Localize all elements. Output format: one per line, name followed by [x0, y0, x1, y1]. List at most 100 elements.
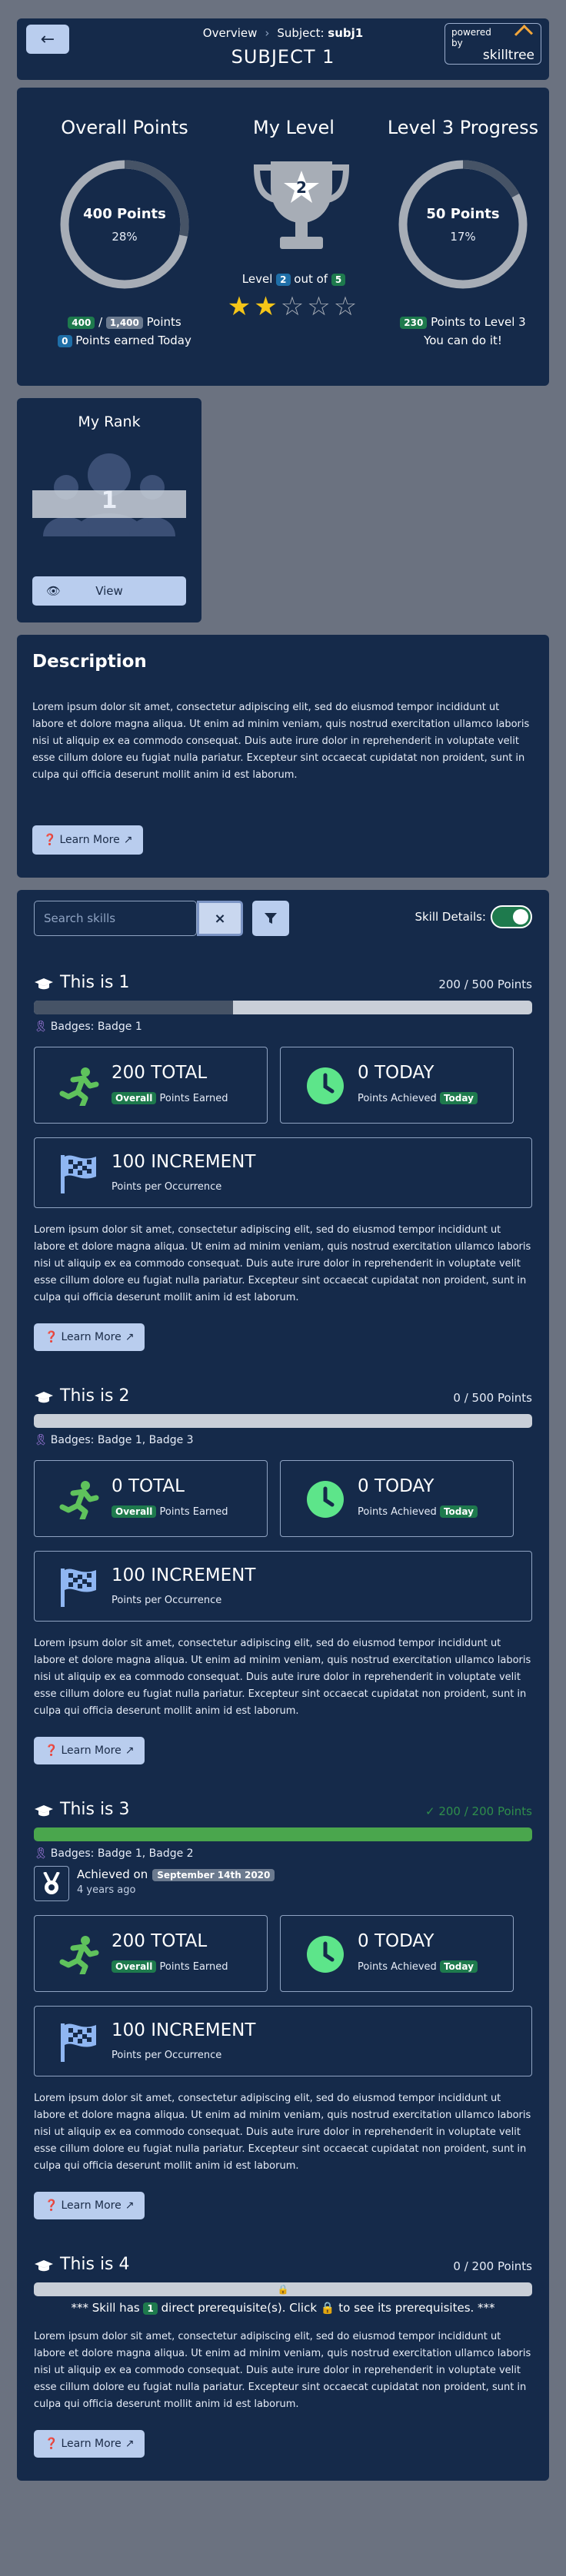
ribbon-icon: 🎗 — [34, 1434, 48, 1446]
skill-card: This is 3 ✓ 200 / 200 Points 🎗 Badges: Badg… — [34, 1800, 532, 2219]
skill-card: This is 40 / 200 Points 🔒 *** Skill has 1 … — [34, 2255, 532, 2458]
achieved-label: Achieved on — [77, 1867, 148, 1881]
skill-stats: 200 TOTAL Overall Points Earned 0 TODAY Poi… — [34, 1915, 532, 2076]
increment-value: 100 INCREMENT — [112, 2020, 256, 2040]
star-filled-icon: ★ — [254, 291, 281, 322]
today-points-sub: Points Achieved — [358, 1093, 437, 1104]
skill-learn-more-button[interactable]: ❓ Learn More ↗ — [34, 1737, 145, 1764]
breadcrumb-overview[interactable]: Overview — [203, 26, 258, 40]
checkered-flag-icon — [58, 1567, 101, 1607]
close-icon: × — [214, 910, 226, 927]
increment-tile: 100 INCREMENT Points per Occurrence — [34, 1137, 532, 1208]
earned-points-pill: 400 — [68, 317, 95, 329]
checkered-flag-icon — [58, 1154, 101, 1193]
level-progress-title: Level 3 Progress — [387, 117, 539, 138]
filter-button[interactable] — [252, 901, 289, 936]
lock-icon[interactable]: 🔒 — [321, 2301, 335, 2315]
overall-points-value: 400 Points — [83, 205, 166, 222]
skill-points: 200 / 500 Points — [438, 978, 532, 991]
star-filled-icon: ★ — [227, 291, 255, 322]
skill-stats: 0 TOTAL Overall Points Earned 0 TODAY Point… — [34, 1460, 532, 1622]
skilltree-mark-icon — [514, 24, 534, 44]
search-skills-input[interactable]: Search skills — [34, 901, 197, 936]
checkered-flag-icon — [58, 2022, 101, 2062]
achieved-date: September 14th 2020 — [152, 1869, 275, 1881]
skill-description: Lorem ipsum dolor sit amet, consectetur … — [34, 1224, 531, 1303]
level-progress-percent: 17% — [450, 229, 476, 244]
level-stars: ★★☆☆☆ — [209, 291, 378, 322]
skill-progress-bar — [34, 1827, 532, 1841]
increment-caption: Points per Occurrence — [112, 1181, 222, 1193]
chevron-right-icon: › — [265, 26, 270, 40]
skill-badges: 🎗 Badges: Badge 1, Badge 3 — [34, 1434, 532, 1446]
skill-header: This is 4 0 / 200 Points — [34, 2255, 532, 2278]
achievement-row: Achieved on September 14th 2020 4 years ag… — [34, 1866, 532, 1901]
prereq-count-pill: 1 — [143, 2302, 158, 2315]
learn-more-label: Learn More — [61, 1744, 122, 1757]
breadcrumb-current-prefix: Subject: — [277, 26, 328, 40]
today-points-value: 0 TODAY — [358, 1476, 434, 1496]
view-rank-button[interactable]: 👁 View — [32, 576, 186, 606]
today-points-caption: Points Achieved Today — [358, 1092, 478, 1104]
question-circle-icon: ❓ — [45, 1744, 58, 1757]
external-link-icon: ↗ — [125, 1744, 135, 1757]
powered-by-logo[interactable]: powered by skilltree — [444, 23, 541, 65]
learn-more-label: Learn More — [61, 2438, 122, 2450]
graduation-cap-icon — [34, 1804, 53, 1816]
skill-progress-fill — [34, 1827, 532, 1841]
description-card: Description Lorem ipsum dolor sit amet, … — [17, 635, 549, 878]
description-title: Description — [32, 652, 147, 672]
overall-tag: Overall — [112, 1960, 157, 1973]
total-points-caption: Overall Points Earned — [112, 1505, 228, 1518]
total-points-sub: Points Earned — [159, 1093, 228, 1104]
level-progress-value: 50 Points — [426, 205, 500, 222]
skill-badges-text: Badges: Badge 1, Badge 3 — [50, 1434, 194, 1446]
skill-stats: 200 TOTAL Overall Points Earned 0 TODAY Poi… — [34, 1047, 532, 1208]
points-to-next-pill: 230 — [400, 317, 428, 329]
skill-header: This is 1 200 / 500 Points — [34, 973, 532, 996]
skill-details-toggle-group: Skill Details: — [415, 905, 532, 928]
skill-details-toggle[interactable] — [491, 905, 532, 928]
level-prefix: Level — [241, 272, 273, 286]
total-points-sub: Points Earned — [159, 1506, 228, 1518]
question-circle-icon: ❓ — [45, 2438, 58, 2450]
skill-learn-more-button[interactable]: ❓ Learn More ↗ — [34, 2192, 145, 2219]
question-circle-icon: ❓ — [43, 834, 57, 846]
my-level-title: My Level — [253, 117, 335, 138]
skill-learn-more-button[interactable]: ❓ Learn More ↗ — [34, 1323, 145, 1351]
learn-more-label: Learn More — [59, 834, 120, 846]
total-points-value: 200 TOTAL — [112, 1931, 208, 1951]
today-tag: Today — [439, 1960, 478, 1973]
today-points-sub: Points Achieved — [358, 1506, 437, 1518]
today-tag: Today — [439, 1092, 478, 1104]
overall-points-summary: 400 / 1,400 Points — [40, 315, 209, 329]
description-learn-more-button[interactable]: ❓ Learn More ↗ — [32, 825, 144, 855]
points-word: Points — [146, 315, 181, 329]
filter-icon — [265, 913, 277, 924]
skill-progress-fill — [34, 1001, 234, 1014]
skill-learn-more-button[interactable]: ❓ Learn More ↗ — [34, 2430, 145, 2458]
total-points-tile: 0 TOTAL Overall Points Earned — [34, 1460, 268, 1537]
clear-search-button[interactable]: × — [197, 901, 243, 936]
encouragement-text: You can do it! — [424, 334, 502, 347]
skill-header: This is 2 0 / 500 Points — [34, 1386, 532, 1409]
prereq-suffix: to see its prerequisites. *** — [338, 2301, 495, 2315]
total-points-value: 200 TOTAL — [112, 1063, 208, 1083]
skill-name: This is 2 — [60, 1386, 130, 1406]
skill-name: This is 1 — [60, 973, 130, 992]
description-text: Lorem ipsum dolor sit amet, consectetur … — [32, 702, 530, 781]
skill-card: This is 1 200 / 500 Points 🎗 Badges: Badge … — [34, 973, 532, 1351]
skill-progress-bar — [34, 1414, 532, 1428]
today-tag: Today — [439, 1505, 478, 1518]
total-points-tile: 200 TOTAL Overall Points Earned — [34, 1047, 268, 1124]
achieved-on: Achieved on September 14th 2020 — [77, 1867, 275, 1881]
learn-more-label: Learn More — [61, 1331, 122, 1343]
skill-points: 0 / 500 Points — [453, 1391, 532, 1405]
increment-tile: 100 INCREMENT Points per Occurrence — [34, 2006, 532, 2076]
today-points-pill: 0 — [58, 335, 72, 347]
skill-header: This is 3 ✓ 200 / 200 Points — [34, 1800, 532, 1823]
increment-tile: 100 INCREMENT Points per Occurrence — [34, 1551, 532, 1622]
today-points-value: 0 TODAY — [358, 1063, 434, 1083]
graduation-cap-icon — [34, 1390, 53, 1403]
external-link-icon: ↗ — [125, 2199, 135, 2212]
